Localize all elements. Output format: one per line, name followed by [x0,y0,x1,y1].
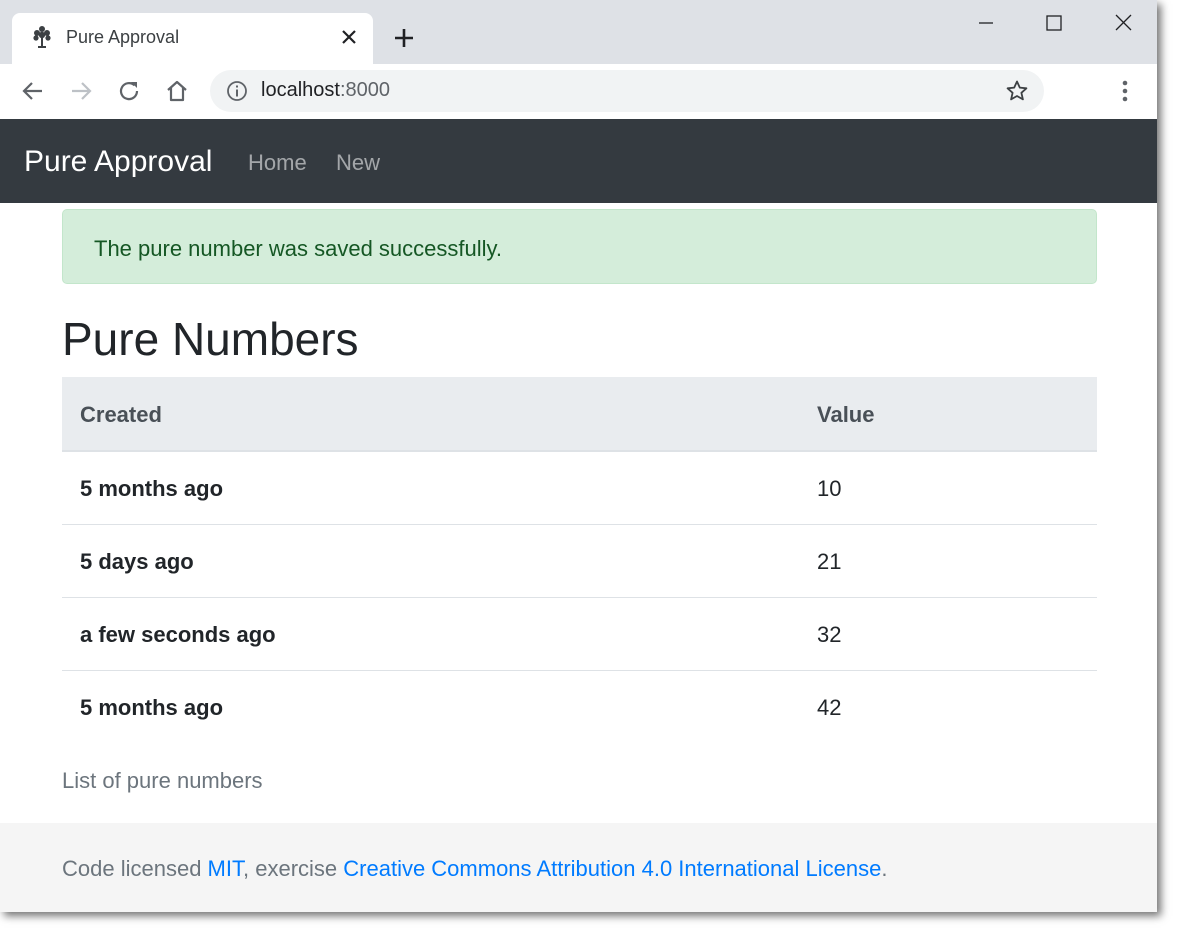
footer-prefix: Code licensed [62,856,208,881]
cell-created: 5 days ago [80,549,194,574]
cell-value: 42 [817,695,842,720]
mit-license-link[interactable]: MIT [208,856,243,881]
cell-created: a few seconds ago [80,622,276,647]
reload-icon[interactable] [116,78,142,104]
table-row: a few seconds ago 32 [62,598,1097,671]
alert-message: The pure number was saved successfully. [94,236,502,261]
back-arrow-icon[interactable] [20,78,46,104]
footer-suffix: . [881,856,888,881]
pure-numbers-table: Created Value 5 months ago 10 5 days ago… [62,377,1097,744]
page-footer: Code licensed MIT, exercise Creative Com… [0,823,1157,912]
column-header-created: Created [80,402,162,427]
maximize-icon[interactable] [1039,10,1069,36]
success-alert: The pure number was saved successfully. [62,209,1097,284]
tab-strip: Pure Approval [0,0,1157,64]
footer-text: Code licensed MIT, exercise Creative Com… [62,856,887,882]
home-icon[interactable] [164,78,190,104]
tab-title: Pure Approval [66,27,180,47]
url-port: :8000 [339,79,390,101]
site-navbar: Pure Approval Home New [0,119,1157,203]
cell-created: 5 months ago [80,695,224,720]
url-host: localhost [261,79,340,101]
cc-license-link[interactable]: Creative Commons Attribution 4.0 Interna… [343,856,881,881]
nav-link-home[interactable]: Home [248,150,307,176]
footer-middle: , exercise [243,856,344,881]
table-row: 5 months ago 10 [62,452,1097,525]
cell-value: 21 [817,549,842,574]
bookmark-star-icon[interactable] [1005,79,1029,103]
close-window-icon[interactable] [1108,10,1138,36]
nav-link-new[interactable]: New [336,150,380,176]
browser-toolbar: localhost:8000 [0,64,1157,119]
tree-icon [33,26,51,48]
close-tab-icon[interactable] [338,26,360,48]
new-tab-icon[interactable] [392,26,416,50]
table-header: Created Value [62,377,1097,452]
forward-arrow-icon[interactable] [68,78,94,104]
browser-window: Pure Approval localhost:8000 Pure Approv… [0,0,1157,912]
navbar-brand[interactable]: Pure Approval [24,145,212,179]
cell-value: 10 [817,476,842,501]
cell-created: 5 months ago [80,476,224,501]
url-text[interactable]: localhost:8000 [261,79,390,102]
minimize-icon[interactable] [971,10,1001,36]
table-row: 5 days ago 21 [62,525,1097,598]
more-menu-icon[interactable] [1112,78,1138,104]
page-title: Pure Numbers [62,313,359,365]
browser-tab[interactable]: Pure Approval [12,13,373,64]
info-icon[interactable] [226,80,248,102]
column-header-value: Value [817,402,875,427]
table-row: 5 months ago 42 [62,671,1097,744]
cell-value: 32 [817,622,842,647]
table-caption: List of pure numbers [62,768,263,793]
address-bar[interactable]: localhost:8000 [210,70,1044,112]
